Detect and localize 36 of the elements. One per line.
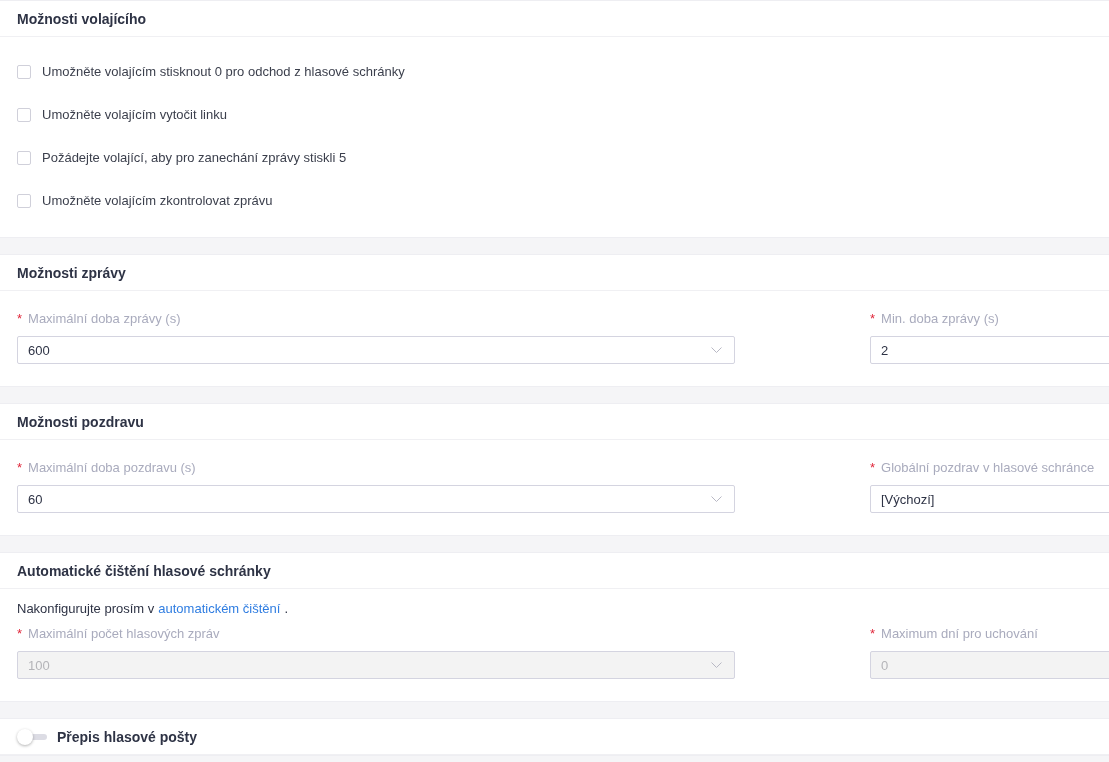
field-label: Maximum dní pro uchování [881, 626, 1038, 641]
section-title: Automatické čištění hlasové schránky [17, 562, 271, 579]
chevron-down-icon [711, 346, 722, 354]
checkbox[interactable] [17, 107, 31, 122]
field-label: Maximální počet hlasových zpráv [28, 626, 220, 641]
section-title: Možnosti volajícího [17, 10, 147, 27]
required-mark: * [870, 626, 876, 641]
input-field[interactable]: 2 [870, 336, 1109, 364]
checkbox-label: Umožněte volajícím stisknout 0 pro odchod z hlasové schránky [42, 64, 405, 79]
checkbox-label: Umožněte volajícím vytočit linku [42, 107, 227, 122]
section-title: Přepis hlasové pošty [57, 728, 198, 745]
section-title: Možnosti zprávy [17, 264, 126, 281]
note-text: Nakonfigurujte prosím v [17, 601, 155, 616]
required-mark: * [17, 311, 23, 326]
dropdown-field[interactable]: 60 [17, 485, 735, 513]
cleanup-link[interactable]: automatickém čištění [158, 601, 281, 616]
section-title: Možnosti pozdravu [17, 413, 144, 430]
required-mark: * [17, 626, 23, 641]
field-label: Globální pozdrav v hlasové schránce [881, 460, 1095, 475]
checkbox-label: Umožněte volajícím zkontrolovat zprávu [42, 193, 273, 208]
required-mark: * [870, 460, 876, 475]
note-period: . [284, 601, 288, 616]
required-mark: * [17, 460, 23, 475]
checkbox[interactable] [17, 64, 31, 79]
field-label: Min. doba zprávy (s) [881, 311, 999, 326]
toggle-switch[interactable] [17, 728, 47, 745]
checkbox[interactable] [17, 193, 31, 208]
checkbox-label: Požádejte volající, aby pro zanechání zprávy stiskli 5 [42, 150, 347, 165]
required-mark: * [870, 311, 876, 326]
checkbox[interactable] [17, 150, 31, 165]
field-label: Maximální doba pozdravu (s) [28, 460, 196, 475]
chevron-down-icon [711, 495, 722, 503]
field-label: Maximální doba zprávy (s) [28, 311, 181, 326]
chevron-down-icon [711, 661, 722, 669]
dropdown-field[interactable]: 600 [17, 336, 735, 364]
input-field[interactable]: [Výchozí] [870, 485, 1109, 513]
